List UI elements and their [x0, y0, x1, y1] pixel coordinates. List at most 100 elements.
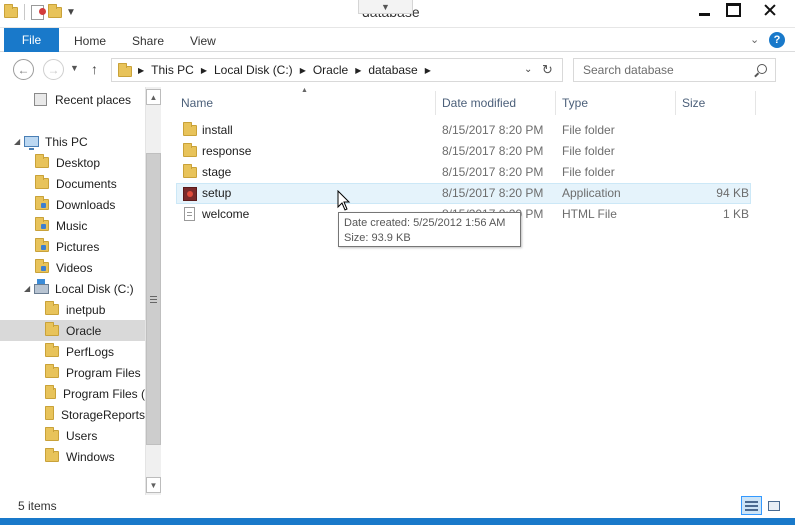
search-icon[interactable] — [757, 64, 767, 74]
tab-home[interactable]: Home — [74, 34, 106, 48]
breadcrumb-separator-icon[interactable]: ▶ — [425, 66, 431, 75]
sidebar-item-pictures[interactable]: Pictures — [0, 236, 145, 257]
large-icons-icon — [768, 500, 780, 511]
status-bar: 5 items — [0, 495, 795, 517]
breadcrumb-separator-icon[interactable]: ▶ — [201, 66, 207, 75]
sidebar-item-downloads[interactable]: Downloads — [0, 194, 145, 215]
column-header-type[interactable]: Type — [556, 91, 676, 115]
folder-icon — [118, 63, 132, 77]
file-date: 8/15/2017 8:20 PM — [442, 186, 544, 200]
new-folder-icon[interactable] — [48, 3, 62, 18]
breadcrumb-separator-icon[interactable]: ▶ — [300, 66, 306, 75]
sidebar-item-videos[interactable]: Videos — [0, 257, 145, 278]
table-row[interactable]: response 8/15/2017 8:20 PM File folder — [176, 141, 751, 162]
breadcrumb-separator-icon[interactable]: ▶ — [355, 66, 361, 75]
folder-icon — [45, 343, 59, 357]
folder-icon — [35, 196, 49, 210]
breadcrumb-oracle[interactable]: Oracle — [313, 63, 348, 77]
breadcrumb: This PC ▶ Local Disk (C:) ▶ Oracle ▶ dat… — [151, 63, 438, 77]
folder-icon — [183, 164, 197, 178]
file-date: 8/15/2017 8:20 PM — [442, 165, 544, 179]
sidebar-item-label: Desktop — [56, 155, 101, 170]
table-row[interactable]: stage 8/15/2017 8:20 PM File folder — [176, 162, 751, 183]
back-button[interactable]: ← — [13, 59, 34, 80]
sidebar-item-local-disk[interactable]: ◢ Local Disk (C:) — [0, 278, 145, 299]
tab-view[interactable]: View — [190, 34, 216, 48]
close-button[interactable] — [748, 0, 792, 20]
breadcrumb-separator-icon[interactable]: ▶ — [138, 66, 144, 75]
application-icon — [183, 187, 197, 201]
address-history-chevron-icon[interactable]: ⌄ — [524, 64, 532, 75]
column-header-date-modified[interactable]: Date modified — [436, 91, 556, 115]
sidebar-item-program-files-x86[interactable]: Program Files ( — [0, 383, 145, 404]
scrollbar-thumb[interactable] — [146, 153, 161, 445]
sidebar-item-label: Downloads — [56, 197, 116, 212]
customize-toolbar-chevron-icon[interactable]: ▼ — [66, 7, 76, 18]
sidebar-item-documents[interactable]: Documents — [0, 173, 145, 194]
sidebar-item-label: StorageReports — [60, 407, 145, 422]
collapse-arrow-icon[interactable]: ◢ — [14, 137, 24, 146]
recent-locations-chevron-icon[interactable]: ▼ — [70, 63, 79, 73]
grip-icon — [150, 295, 157, 303]
properties-icon[interactable] — [31, 4, 46, 20]
file-name: response — [202, 144, 252, 158]
details-view-button[interactable] — [741, 496, 762, 515]
table-row[interactable]: install 8/15/2017 8:20 PM File folder — [176, 120, 751, 141]
folder-icon — [4, 3, 18, 18]
folder-icon — [35, 217, 49, 231]
sidebar-item-this-pc[interactable]: ◢ This PC — [0, 131, 145, 152]
scroll-down-arrow-icon[interactable]: ▼ — [146, 477, 161, 493]
expand-ribbon-chevron-icon[interactable]: ⌄ — [750, 33, 759, 46]
sidebar-item-oracle[interactable]: Oracle — [0, 320, 145, 341]
sidebar-item-music[interactable]: Music — [0, 215, 145, 236]
help-icon[interactable]: ? — [769, 32, 785, 48]
tab-share[interactable]: Share — [132, 34, 164, 48]
scroll-up-arrow-icon[interactable]: ▲ — [146, 89, 161, 105]
sidebar-item-label: Local Disk (C:) — [55, 281, 134, 296]
navigation-scrollbar[interactable]: ▲ ▼ — [145, 87, 161, 495]
ribbon: File Home Share View ⌄ ? — [0, 28, 795, 52]
tab-file[interactable]: File — [4, 28, 59, 52]
sidebar-item-label: Videos — [56, 260, 93, 275]
table-row[interactable]: setup 8/15/2017 8:20 PM Application 94 K… — [176, 183, 751, 204]
sidebar-item-program-files[interactable]: Program Files — [0, 362, 145, 383]
breadcrumb-database[interactable]: database — [368, 63, 417, 77]
sidebar-item-storagereports[interactable]: StorageReports — [0, 404, 145, 425]
sidebar-item-desktop[interactable]: Desktop — [0, 152, 145, 173]
html-file-icon — [184, 207, 195, 221]
up-button[interactable]: ↑ — [91, 61, 98, 77]
breadcrumb-this-pc[interactable]: This PC — [151, 63, 194, 77]
tooltip-size: Size: 93.9 KB — [344, 232, 411, 244]
file-type: File folder — [562, 123, 615, 137]
large-icons-view-button[interactable] — [764, 496, 784, 515]
sidebar-item-users[interactable]: Users — [0, 425, 145, 446]
file-size: 94 KB — [716, 186, 749, 200]
sidebar-item-inetpub[interactable]: inetpub — [0, 299, 145, 320]
sidebar-item-label: Music — [56, 218, 88, 233]
folder-icon — [45, 364, 59, 378]
sidebar-item-label: Windows — [66, 449, 115, 464]
column-header-name[interactable]: Name — [175, 91, 436, 115]
sidebar-item-label: Pictures — [56, 239, 100, 254]
sidebar-item-recent-places[interactable]: Recent places — [0, 89, 145, 110]
collapse-arrow-icon[interactable]: ◢ — [24, 284, 34, 293]
mouse-cursor-icon — [337, 190, 351, 211]
quick-access-toolbar: ▼ — [4, 3, 76, 20]
column-header-size[interactable]: Size — [676, 91, 756, 115]
ribbon-collapse-tab[interactable]: ▼ — [358, 0, 413, 14]
folder-icon — [45, 322, 59, 336]
refresh-icon[interactable]: ↻ — [542, 62, 553, 78]
navigation-pane: Recent places ◢ This PC Desktop Document… — [0, 87, 145, 495]
folder-icon — [35, 259, 49, 273]
sidebar-item-label: Documents — [56, 176, 117, 191]
sidebar-item-perflogs[interactable]: PerfLogs — [0, 341, 145, 362]
folder-icon — [35, 154, 49, 168]
maximize-button[interactable] — [719, 0, 747, 20]
sidebar-item-windows[interactable]: Windows — [0, 446, 145, 467]
search-box[interactable] — [573, 58, 776, 82]
minimize-button[interactable] — [690, 0, 718, 20]
search-input[interactable] — [583, 63, 753, 77]
breadcrumb-local-disk[interactable]: Local Disk (C:) — [214, 63, 293, 77]
address-bar[interactable]: ▶ This PC ▶ Local Disk (C:) ▶ Oracle ▶ d… — [111, 58, 563, 82]
forward-button[interactable]: → — [43, 59, 64, 80]
